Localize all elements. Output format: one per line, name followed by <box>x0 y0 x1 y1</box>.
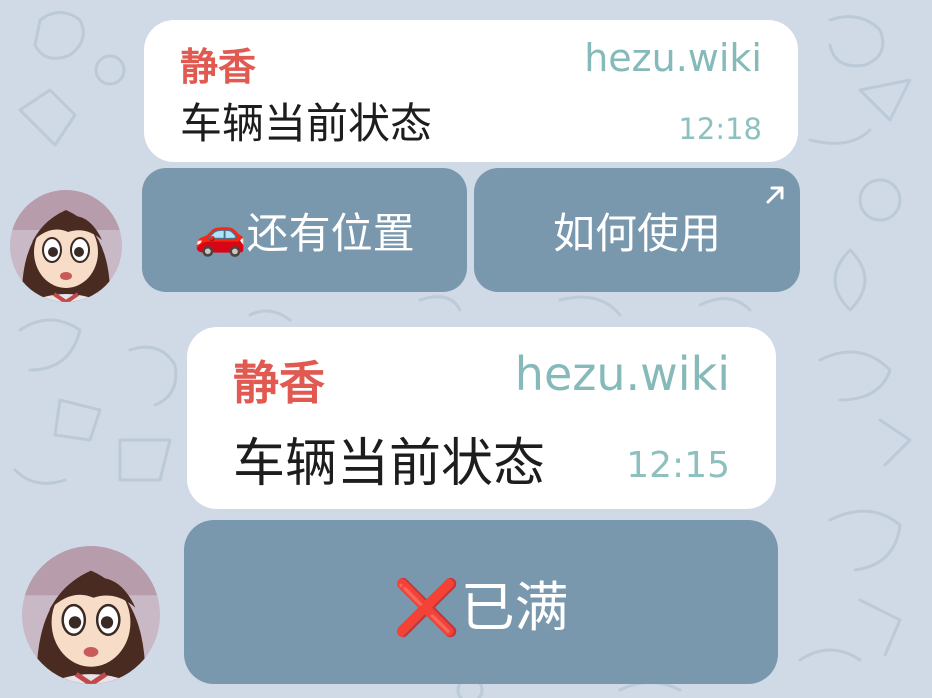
keyboard-button-full[interactable]: ❌已满 <box>184 520 778 684</box>
message-bubble-2: 静香 hezu.wiki 车辆当前状态 12:15 <box>187 327 776 509</box>
message-text: 车辆当前状态 <box>180 99 433 148</box>
message-bubble-1: 静香 hezu.wiki 车辆当前状态 12:18 <box>144 20 798 162</box>
message-text: 车辆当前状态 <box>233 434 546 494</box>
sender-avatar[interactable] <box>22 546 160 684</box>
via-bot-label[interactable]: hezu.wiki <box>515 347 730 401</box>
keyboard-button-seats-available[interactable]: 🚗还有位置 <box>142 168 467 292</box>
keyboard-button-label: 🚗还有位置 <box>194 208 415 258</box>
keyboard-button-label: 如何使用 <box>552 208 721 258</box>
message-time: 12:15 <box>626 445 730 486</box>
keyboard-button-label: ❌已满 <box>393 575 569 639</box>
sender-avatar[interactable] <box>10 190 122 302</box>
message-time: 12:18 <box>678 112 762 146</box>
keyboard-button-how-to-use[interactable]: 如何使用 <box>474 168 800 292</box>
via-bot-label[interactable]: hezu.wiki <box>584 36 762 80</box>
external-link-arrow-icon <box>766 186 784 204</box>
sender-name[interactable]: 静香 <box>233 347 325 413</box>
sender-name[interactable]: 静香 <box>180 36 256 91</box>
